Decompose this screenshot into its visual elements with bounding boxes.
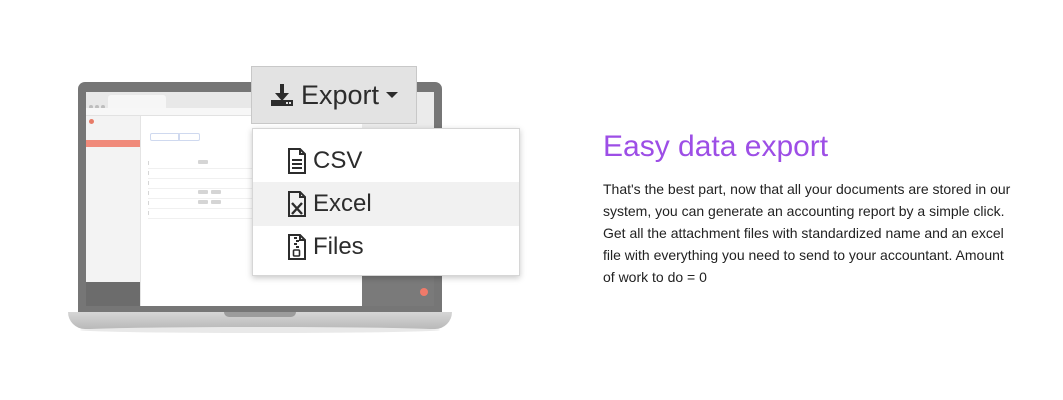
- export-button[interactable]: Export: [251, 66, 417, 124]
- sidebar-item: [86, 148, 140, 155]
- excel-file-icon: [288, 191, 306, 217]
- menu-item-files[interactable]: Files: [253, 225, 519, 269]
- download-icon: [270, 84, 293, 106]
- sidebar-item-active: [86, 140, 140, 147]
- caret-down-icon: [386, 92, 399, 98]
- sidebar-footer: [86, 282, 140, 306]
- feature-title: Easy data export: [603, 130, 829, 163]
- menu-item-label: Excel: [313, 190, 372, 217]
- toolbar-control: [178, 133, 200, 141]
- sidebar-item: [86, 132, 140, 139]
- menu-item-excel[interactable]: Excel: [253, 182, 519, 226]
- export-menu: CSV Excel Files: [252, 128, 520, 276]
- sidebar-item: [86, 164, 140, 171]
- export-button-label: Export: [300, 79, 380, 110]
- menu-item-label: CSV: [313, 147, 363, 174]
- csv-file-icon: [288, 148, 306, 174]
- help-icon: [420, 288, 428, 296]
- browser-tab: [108, 95, 166, 108]
- feature-description: That's the best part, now that all your …: [603, 181, 1011, 285]
- toolbar-control: [150, 133, 180, 141]
- menu-item-label: Files: [313, 233, 364, 260]
- sidebar-item: [86, 156, 140, 163]
- zip-file-icon: [288, 234, 306, 260]
- laptop-notch: [224, 312, 296, 317]
- app-sidebar: [86, 116, 141, 306]
- menu-item-csv[interactable]: CSV: [253, 139, 519, 183]
- laptop-shadow: [80, 327, 440, 333]
- app-logo: [89, 119, 96, 125]
